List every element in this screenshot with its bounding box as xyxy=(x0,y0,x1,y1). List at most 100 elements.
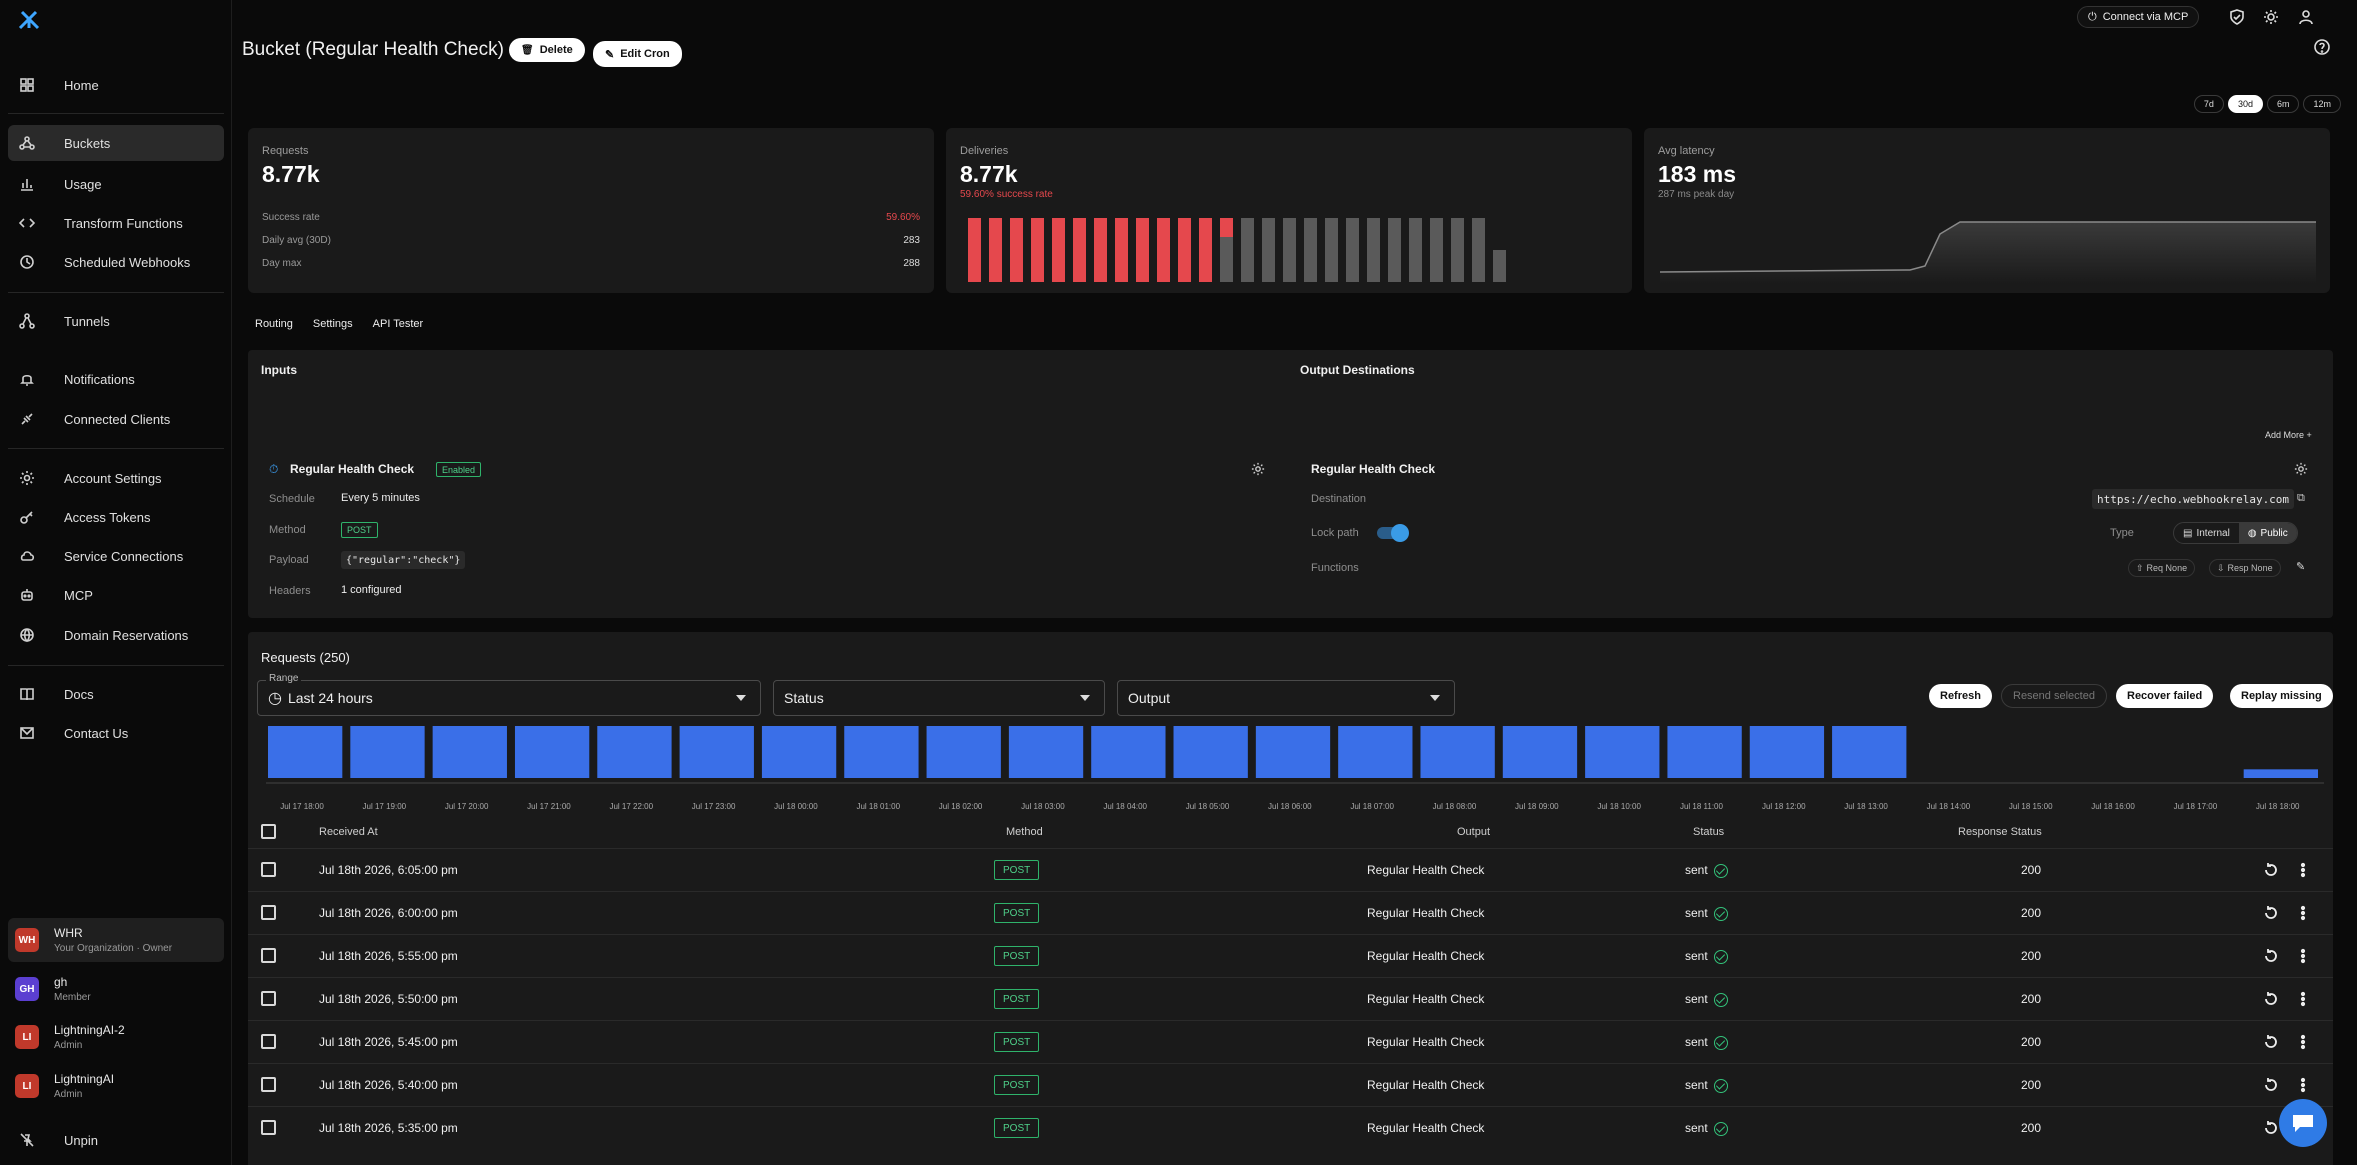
table-row[interactable]: Jul 18th 2026, 5:55:00 pm POST Regular Hea… xyxy=(248,934,2333,977)
status-select[interactable]: Status xyxy=(773,680,1105,716)
table-row[interactable]: Jul 18th 2026, 6:00:00 pm POST Regular Hea… xyxy=(248,891,2333,934)
tab-routing[interactable]: Routing xyxy=(255,318,293,330)
refresh-button[interactable]: Refresh xyxy=(1929,684,1992,708)
req-function-button[interactable]: ⇧ Req None xyxy=(2128,559,2196,577)
tab-settings[interactable]: Settings xyxy=(313,318,353,330)
histogram-bar[interactable] xyxy=(597,726,672,778)
histogram-bar[interactable] xyxy=(350,726,425,778)
input-settings-gear-icon[interactable] xyxy=(1251,462,1265,481)
histogram-bar[interactable] xyxy=(268,726,343,778)
chat-widget-button[interactable] xyxy=(2279,1099,2327,1147)
org-switcher-item[interactable]: GH gh Member xyxy=(8,967,224,1011)
output-settings-gear-icon[interactable] xyxy=(2294,462,2308,481)
more-vertical-icon[interactable] xyxy=(2294,861,2312,879)
sidebar-item-service-connections[interactable]: Service Connections xyxy=(8,538,224,574)
histogram-bar[interactable] xyxy=(1338,726,1413,778)
row-checkbox[interactable] xyxy=(261,1120,276,1135)
table-row[interactable]: Jul 18th 2026, 5:35:00 pm POST Regular Hea… xyxy=(248,1106,2333,1149)
row-checkbox[interactable] xyxy=(261,1077,276,1092)
lock-path-toggle[interactable] xyxy=(1377,524,1409,542)
sidebar-item-connected-clients[interactable]: Connected Clients xyxy=(8,401,224,437)
help-icon[interactable] xyxy=(2314,39,2330,55)
row-checkbox[interactable] xyxy=(261,862,276,877)
sidebar-item-domain-reservations[interactable]: Domain Reservations xyxy=(8,617,224,653)
table-row[interactable]: Jul 18th 2026, 5:45:00 pm POST Regular Hea… xyxy=(248,1020,2333,1063)
range-7d-button[interactable]: 7d xyxy=(2193,95,2224,113)
more-vertical-icon[interactable] xyxy=(2294,1076,2312,1094)
row-checkbox[interactable] xyxy=(261,948,276,963)
shield-icon[interactable] xyxy=(2229,9,2245,25)
more-vertical-icon[interactable] xyxy=(2294,947,2312,965)
edit-functions-pencil-icon[interactable]: ✎ xyxy=(2296,560,2305,573)
table-row[interactable]: Jul 18th 2026, 5:40:00 pm POST Regular Hea… xyxy=(248,1063,2333,1106)
type-internal-option[interactable]: ▤ Internal xyxy=(2174,523,2239,543)
sidebar-item-account-settings[interactable]: Account Settings xyxy=(8,460,224,496)
histogram-bar[interactable] xyxy=(1749,726,1825,778)
org-switcher-item[interactable]: WH WHR Your Organization · Owner xyxy=(8,918,224,962)
histogram-bar[interactable] xyxy=(1667,726,1742,778)
histogram-bar[interactable] xyxy=(1255,726,1331,778)
sidebar-item-mcp[interactable]: MCP xyxy=(8,577,224,613)
sidebar-item-access-tokens[interactable]: Access Tokens xyxy=(8,499,224,535)
retry-icon[interactable] xyxy=(2262,904,2280,922)
select-all-checkbox[interactable] xyxy=(261,824,276,839)
range-6m-button[interactable]: 6m xyxy=(2266,95,2300,113)
histogram-bar[interactable] xyxy=(514,726,590,778)
retry-icon[interactable] xyxy=(2262,1033,2280,1051)
org-switcher-item[interactable]: LI LightningAI Admin xyxy=(8,1064,224,1108)
histogram-bar[interactable] xyxy=(1091,726,1166,778)
sidebar-item-buckets[interactable]: Buckets xyxy=(8,125,224,161)
range-12m-button[interactable]: 12m xyxy=(2303,95,2341,113)
histogram-bar[interactable] xyxy=(432,726,507,778)
histogram-bar[interactable] xyxy=(761,726,837,778)
sidebar-item-usage[interactable]: Usage xyxy=(8,166,224,202)
output-select[interactable]: Output xyxy=(1117,680,1455,716)
retry-icon[interactable] xyxy=(2262,1076,2280,1094)
histogram-bar[interactable] xyxy=(926,726,1001,778)
histogram-bar[interactable] xyxy=(679,726,754,778)
theme-toggle-icon[interactable] xyxy=(2263,9,2279,25)
more-vertical-icon[interactable] xyxy=(2294,904,2312,922)
tab-api-tester[interactable]: API Tester xyxy=(373,318,424,330)
histogram-bar[interactable] xyxy=(1173,726,1248,778)
histogram-bar[interactable] xyxy=(1832,726,1907,778)
sidebar-item-transform-functions[interactable]: Transform Functions xyxy=(8,205,224,241)
histogram-bar[interactable] xyxy=(1502,726,1578,778)
sidebar-item-home[interactable]: Home xyxy=(8,67,224,103)
retry-icon[interactable] xyxy=(2262,1119,2280,1137)
app-logo-icon[interactable] xyxy=(16,8,42,32)
histogram-bar[interactable] xyxy=(1420,726,1495,778)
resp-function-button[interactable]: ⇩ Resp None xyxy=(2209,559,2281,577)
resend-selected-button[interactable]: Resend selected xyxy=(2001,684,2107,708)
row-checkbox[interactable] xyxy=(261,1034,276,1049)
delete-button[interactable]: 🗑 Delete xyxy=(509,38,585,62)
retry-icon[interactable] xyxy=(2262,947,2280,965)
copy-icon[interactable]: ⧉ xyxy=(2297,492,2305,505)
sidebar-item-tunnels[interactable]: Tunnels xyxy=(8,303,224,339)
unpin-button[interactable]: Unpin xyxy=(8,1122,224,1158)
histogram-bar[interactable] xyxy=(1008,726,1084,778)
retry-icon[interactable] xyxy=(2262,861,2280,879)
recover-failed-button[interactable]: Recover failed xyxy=(2116,684,2214,708)
range-30d-button[interactable]: 30d xyxy=(2227,95,2263,113)
user-icon[interactable] xyxy=(2298,9,2314,25)
sidebar-item-docs[interactable]: Docs xyxy=(8,676,224,712)
connect-mcp-button[interactable]: ⏻ Connect via MCP xyxy=(2077,6,2200,28)
sidebar-item-notifications[interactable]: Notifications xyxy=(8,361,224,397)
edit-cron-button[interactable]: ✎ Edit Cron xyxy=(593,41,682,67)
sidebar-item-scheduled-webhooks[interactable]: Scheduled Webhooks xyxy=(8,244,224,280)
replay-missing-button[interactable]: Replay missing xyxy=(2230,684,2333,708)
row-checkbox[interactable] xyxy=(261,905,276,920)
table-row[interactable]: Jul 18th 2026, 6:05:00 pm POST Regular Hea… xyxy=(248,848,2333,891)
table-row[interactable]: Jul 18th 2026, 5:50:00 pm POST Regular Hea… xyxy=(248,977,2333,1020)
sidebar-item-contact-us[interactable]: Contact Us xyxy=(8,715,224,751)
range-select[interactable]: Range ◷ Last 24 hours xyxy=(257,673,761,716)
type-public-option[interactable]: ◍ Public xyxy=(2238,523,2297,543)
histogram-bar[interactable] xyxy=(844,726,919,778)
row-checkbox[interactable] xyxy=(261,991,276,1006)
org-switcher-item[interactable]: LI LightningAI-2 Admin xyxy=(8,1015,224,1059)
histogram-bar[interactable] xyxy=(1585,726,1660,778)
add-more-button[interactable]: Add More + xyxy=(2265,430,2312,440)
more-vertical-icon[interactable] xyxy=(2294,1033,2312,1051)
more-vertical-icon[interactable] xyxy=(2294,990,2312,1008)
